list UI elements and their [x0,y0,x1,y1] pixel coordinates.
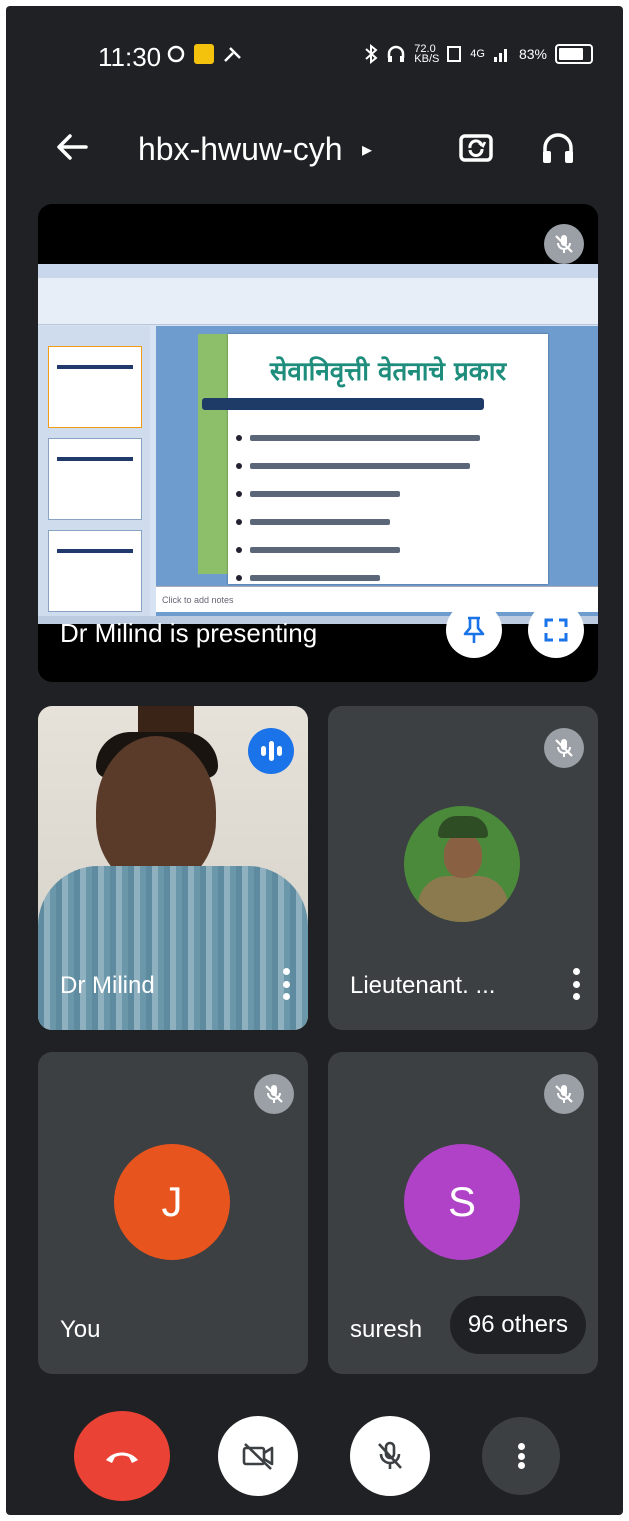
back-arrow-icon[interactable] [52,127,92,167]
battery-percent: 83% [518,46,547,62]
signal-label: 4G [470,48,485,60]
presentation-tile[interactable]: सेवानिवृत्ती वेतनाचे प्रकार Click to add… [38,204,598,682]
slide: सेवानिवृत्ती वेतनाचे प्रकार [202,334,548,584]
slide-canvas: सेवानिवृत्ती वेतनाचे प्रकार [156,326,598,616]
speaking-indicator-icon [248,728,294,774]
slide-thumbnail [48,530,142,612]
app-notification-icon [194,44,214,64]
others-count-button[interactable]: 96 others [449,1296,586,1354]
shared-screen: सेवानिवृत्ती वेतनाचे प्रकार Click to add… [38,264,598,624]
slide-bullet [236,536,536,564]
avatar [404,806,520,922]
avatar: J [114,1144,230,1260]
status-time: 11:30 [98,42,162,72]
powerpoint-ribbon [38,264,598,325]
network-speed: 72.0 KB/S [414,43,440,65]
end-call-button[interactable] [74,1411,170,1501]
slide-bullet [236,480,536,508]
mic-toggle-button[interactable] [350,1416,430,1496]
pin-icon [463,616,485,643]
participant-tile[interactable]: Lieutenant. ... [328,706,598,1030]
participant-tile[interactable]: J You [38,1052,308,1374]
mic-off-icon [555,739,573,757]
pin-button[interactable] [446,602,502,658]
participant-menu-icon[interactable] [282,968,290,1000]
participant-tile[interactable]: S suresh 96 others [328,1052,598,1374]
satellite-icon [224,47,241,62]
camera-off-icon [242,1443,274,1470]
sync-icon [167,45,185,63]
audio-output-headphones-icon[interactable] [538,127,578,167]
meeting-header: hbx-hwuw-cyh ▸ [6,111,623,186]
signal-icon [493,49,507,62]
mic-off-icon [555,235,573,253]
participant-name: Lieutenant. ... [350,972,496,999]
end-call-icon [106,1452,138,1463]
battery-icon [555,44,593,64]
muted-badge [544,728,584,768]
camera-toggle-button[interactable] [218,1416,298,1496]
volte-icon [447,46,462,62]
slide-bullet [236,452,536,480]
participant-tile[interactable]: Dr Milind [38,706,308,1030]
meet-screen: 11:30 72.0 KB/S 4G 83% hbx-hwuw-cyh ▸ से… [6,6,623,1515]
fullscreen-button[interactable] [528,602,584,658]
system-icons: 72.0 KB/S 4G 83% [364,43,593,65]
avatar: S [404,1144,520,1260]
participant-menu-icon[interactable] [572,968,580,1000]
participant-name: You [60,1316,101,1343]
meeting-code[interactable]: hbx-hwuw-cyh [138,131,343,168]
meeting-info-caret-icon[interactable]: ▸ [362,137,372,162]
slide-thumbnail [48,438,142,520]
slide-bullet [236,508,536,536]
more-vert-icon [517,1443,525,1469]
status-bar: 11:30 72.0 KB/S 4G 83% [6,6,623,106]
muted-badge [544,224,584,264]
mic-off-icon [265,1085,283,1103]
more-options-button[interactable] [482,1417,560,1495]
slide-bullet [236,424,536,452]
participant-name: Dr Milind [60,972,155,999]
notification-icons [166,44,244,64]
fullscreen-icon [544,618,568,642]
switch-camera-icon[interactable] [456,127,496,167]
slide-thumbnails [38,326,150,616]
slide-bullets [236,424,536,592]
headphones-icon [388,45,405,62]
muted-badge [254,1074,294,1114]
muted-badge [544,1074,584,1114]
mic-off-icon [555,1085,573,1103]
participant-name: suresh [350,1316,423,1343]
slide-band [202,398,484,410]
bluetooth-icon [365,44,378,64]
slide-title: सेवानिवृत्ती वेतनाचे प्रकार [269,357,507,387]
slide-notes: Click to add notes [156,586,598,612]
slide-thumbnail [48,346,142,428]
presenter-label: Dr Milind is presenting [60,618,318,648]
mic-off-icon [378,1441,402,1469]
